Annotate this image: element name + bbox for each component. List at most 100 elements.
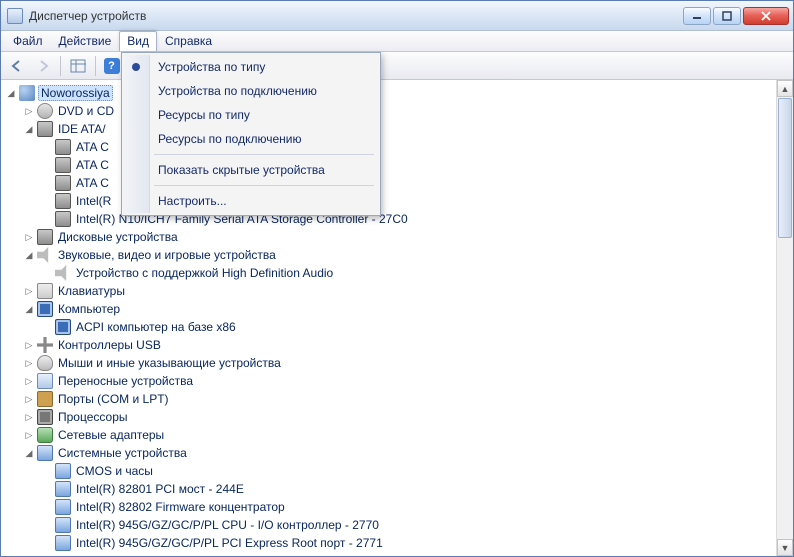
scroll-track-space[interactable]: [777, 239, 793, 539]
menu-customize[interactable]: Настроить...: [124, 189, 378, 213]
window-controls: [683, 7, 789, 25]
tree-category-mouse[interactable]: ▷ Мыши и иные указывающие устройства: [21, 354, 793, 372]
root-label: Noworossiya: [38, 85, 113, 101]
tree-category-cpu[interactable]: ▷ Процессоры: [21, 408, 793, 426]
minimize-button[interactable]: [683, 7, 711, 25]
console-tree-icon: [70, 59, 86, 73]
tree-category-usb[interactable]: ▷ Контроллеры USB: [21, 336, 793, 354]
toolbar-separator: [60, 56, 61, 76]
scroll-up-button[interactable]: ▲: [777, 80, 793, 97]
usb-icon: [37, 337, 53, 353]
tree-category-disk[interactable]: ▷ Дисковые устройства: [21, 228, 793, 246]
ata-channel-icon: [55, 175, 71, 191]
keyboard-icon: [37, 283, 53, 299]
menu-devices-by-connection[interactable]: Устройства по подключению: [124, 79, 378, 103]
scroll-thumb[interactable]: [778, 98, 792, 238]
system-device-icon: [37, 445, 53, 461]
minimize-icon: [692, 11, 702, 21]
ata-channel-icon: [55, 139, 71, 155]
forward-arrow-icon: [35, 59, 51, 73]
portable-device-icon: [37, 373, 53, 389]
menu-show-hidden-devices[interactable]: Показать скрытые устройства: [124, 158, 378, 182]
close-button[interactable]: [743, 7, 789, 25]
expander-icon[interactable]: ◢: [23, 123, 35, 135]
system-device-icon: [55, 535, 71, 551]
tree-category-network[interactable]: ▷ Сетевые адаптеры: [21, 426, 793, 444]
tree-item-cmos[interactable]: CMOS и часы: [39, 462, 793, 480]
app-icon: [7, 8, 23, 24]
tree-item-firmware-hub[interactable]: Intel(R) 82802 Firmware концентратор: [39, 498, 793, 516]
expander-icon[interactable]: ◢: [23, 447, 35, 459]
menu-resources-by-type[interactable]: Ресурсы по типу: [124, 103, 378, 127]
tree-category-ports[interactable]: ▷ Порты (COM и LPT): [21, 390, 793, 408]
computer-icon: [19, 85, 35, 101]
maximize-button[interactable]: [713, 7, 741, 25]
sound-icon: [37, 247, 53, 263]
system-device-icon: [55, 517, 71, 533]
monitor-icon: [37, 301, 53, 317]
device-tree-panel: ◢ Noworossiya ▷ DVD и CD ◢: [1, 80, 793, 556]
expander-icon[interactable]: ▷: [23, 231, 35, 243]
back-arrow-icon: [9, 59, 25, 73]
tree-category-keyboard[interactable]: ▷ Клавиатуры: [21, 282, 793, 300]
menu-file[interactable]: Файл: [5, 31, 51, 51]
port-icon: [37, 391, 53, 407]
vertical-scrollbar[interactable]: ▲ ▼: [776, 80, 793, 556]
menubar: Файл Действие Вид Справка: [1, 31, 793, 52]
tree-category-portable[interactable]: ▷ Переносные устройства: [21, 372, 793, 390]
expander-icon[interactable]: ▷: [23, 429, 35, 441]
scroll-down-button[interactable]: ▼: [777, 539, 793, 556]
tree-item-acpi[interactable]: ACPI компьютер на базе x86: [39, 318, 793, 336]
content-area: ◢ Noworossiya ▷ DVD и CD ◢: [1, 80, 793, 556]
tree-item-pci-express[interactable]: Intel(R) 945G/GZ/GC/P/PL PCI Express Roo…: [39, 534, 793, 552]
menu-separator: [154, 185, 374, 186]
expander-icon[interactable]: ▷: [23, 357, 35, 369]
storage-controller-icon: [55, 193, 71, 209]
expander-icon[interactable]: ▷: [23, 285, 35, 297]
expander-icon[interactable]: ▷: [23, 375, 35, 387]
monitor-icon: [55, 319, 71, 335]
ata-channel-icon: [55, 157, 71, 173]
expander-icon[interactable]: ◢: [23, 303, 35, 315]
forward-button[interactable]: [31, 55, 55, 77]
tree-category-computer[interactable]: ◢ Компьютер: [21, 300, 793, 318]
storage-controller-icon: [55, 211, 71, 227]
tree-item-hd-audio[interactable]: Устройство с поддержкой High Definition …: [39, 264, 793, 282]
menu-action[interactable]: Действие: [51, 31, 120, 51]
titlebar: Диспетчер устройств: [1, 1, 793, 31]
toolbar: ?: [1, 52, 793, 80]
mouse-icon: [37, 355, 53, 371]
system-device-icon: [55, 463, 71, 479]
radio-checked-icon: [132, 63, 140, 71]
device-manager-window: Диспетчер устройств Файл Действие Вид Сп…: [0, 0, 794, 557]
tree-item-io-controller[interactable]: Intel(R) 945G/GZ/GC/P/PL CPU - I/O контр…: [39, 516, 793, 534]
menu-devices-by-type[interactable]: Устройства по типу: [124, 55, 378, 79]
menu-help[interactable]: Справка: [157, 31, 220, 51]
expander-icon[interactable]: ▷: [23, 393, 35, 405]
expander-icon[interactable]: ▷: [23, 339, 35, 351]
sound-icon: [55, 265, 71, 281]
expander-icon[interactable]: ◢: [23, 249, 35, 261]
toolbar-separator: [95, 56, 96, 76]
show-hide-console-button[interactable]: [66, 55, 90, 77]
network-adapter-icon: [37, 427, 53, 443]
menu-resources-by-connection[interactable]: Ресурсы по подключению: [124, 127, 378, 151]
help-icon: ?: [104, 58, 120, 74]
view-dropdown-menu: Устройства по типу Устройства по подключ…: [121, 52, 381, 216]
disc-drive-icon: [37, 103, 53, 119]
menu-view[interactable]: Вид: [119, 31, 157, 51]
disk-drive-icon: [37, 229, 53, 245]
system-device-icon: [55, 499, 71, 515]
system-device-icon: [55, 481, 71, 497]
expander-icon[interactable]: ▷: [23, 105, 35, 117]
tree-category-sound[interactable]: ◢ Звуковые, видео и игровые устройства: [21, 246, 793, 264]
back-button[interactable]: [5, 55, 29, 77]
ide-controller-icon: [37, 121, 53, 137]
window-title: Диспетчер устройств: [29, 9, 683, 23]
expander-icon[interactable]: ▷: [23, 411, 35, 423]
close-icon: [761, 11, 771, 21]
expander-icon[interactable]: ◢: [5, 87, 17, 99]
maximize-icon: [722, 11, 732, 21]
tree-category-system[interactable]: ◢ Системные устройства: [21, 444, 793, 462]
tree-item-pci-bridge[interactable]: Intel(R) 82801 PCI мост - 244E: [39, 480, 793, 498]
